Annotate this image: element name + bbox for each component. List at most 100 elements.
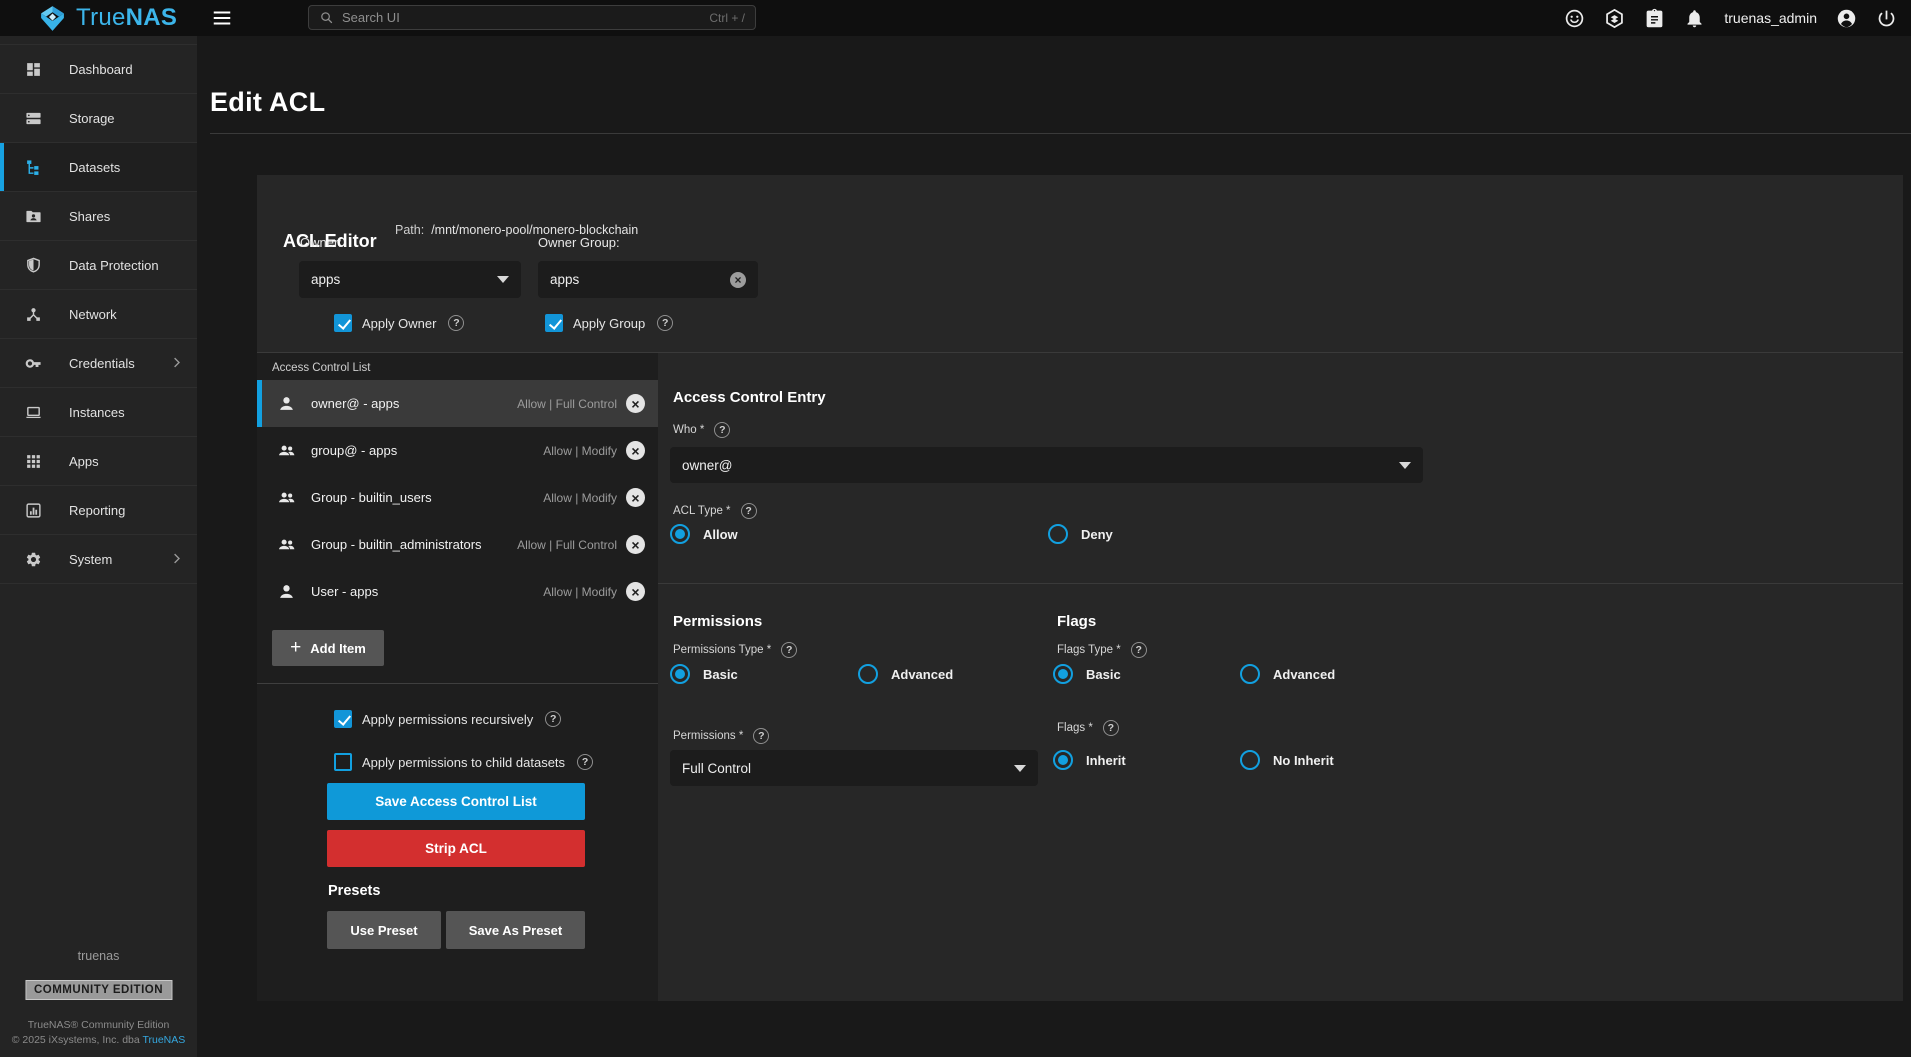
help-icon[interactable]: [1131, 642, 1147, 658]
sidebar-item-system[interactable]: System: [0, 535, 197, 584]
radio-button-icon[interactable]: [1048, 524, 1068, 544]
notifications-bell-icon[interactable]: [1684, 8, 1705, 29]
remove-entry-icon[interactable]: [626, 441, 645, 460]
sidebar-item-datasets[interactable]: Datasets: [0, 143, 197, 192]
help-icon[interactable]: [545, 711, 561, 727]
owner-select[interactable]: apps: [299, 261, 521, 298]
sidebar-item-network[interactable]: Network: [0, 290, 197, 339]
acl-entry-row[interactable]: Group - builtin_users Allow | Modify: [257, 474, 658, 521]
help-icon[interactable]: [781, 642, 797, 658]
logged-in-username[interactable]: truenas_admin: [1724, 10, 1817, 26]
radio-option-deny[interactable]: Deny: [1048, 524, 1426, 544]
sidebar-item-data-protection[interactable]: Data Protection: [0, 241, 197, 290]
clear-icon[interactable]: [730, 272, 746, 288]
search-input[interactable]: Search UI Ctrl + /: [308, 5, 756, 30]
acl-entry-who: owner@ - apps: [311, 396, 399, 411]
help-icon[interactable]: [448, 315, 464, 331]
plus-icon: [290, 638, 301, 657]
sidebar-item-label: Instances: [69, 405, 125, 420]
footer-truenas-link[interactable]: TrueNAS: [142, 1034, 185, 1046]
apply-recursively-checkbox-row[interactable]: Apply permissions recursively: [334, 710, 561, 728]
sidebar-item-dashboard[interactable]: Dashboard: [0, 45, 197, 94]
feedback-smiley-icon[interactable]: [1564, 8, 1585, 29]
sidebar-item-label: Dashboard: [69, 62, 133, 77]
flags-label-row: Flags *: [1057, 720, 1119, 736]
radio-button-icon[interactable]: [670, 664, 690, 684]
user-avatar-icon[interactable]: [1836, 8, 1857, 29]
apply-group-checkbox[interactable]: [545, 314, 563, 332]
radio-option-inherit[interactable]: Inherit: [1053, 750, 1240, 770]
remove-entry-icon[interactable]: [626, 488, 645, 507]
radio-option-allow[interactable]: Allow: [670, 524, 1048, 544]
permissions-section-title: Permissions: [673, 613, 762, 630]
acl-entry-row[interactable]: group@ - apps Allow | Modify: [257, 427, 658, 474]
truenas-logo[interactable]: TrueNAS: [38, 0, 177, 36]
owner-group-input[interactable]: apps: [538, 261, 758, 298]
permissions-type-radio-group: BasicAdvanced: [670, 664, 1046, 684]
acl-entry-who: Group - builtin_users: [311, 490, 432, 505]
who-select[interactable]: owner@: [670, 447, 1423, 483]
help-icon[interactable]: [741, 503, 757, 519]
help-icon[interactable]: [714, 422, 730, 438]
radio-option-basic[interactable]: Basic: [670, 664, 858, 684]
power-icon[interactable]: [1876, 8, 1897, 29]
acl-type-radio-group: AllowDeny: [670, 524, 1426, 544]
radio-option-advanced[interactable]: Advanced: [858, 664, 1046, 684]
sidebar-item-reporting[interactable]: Reporting: [0, 486, 197, 535]
help-icon[interactable]: [753, 728, 769, 744]
sidebar-item-storage[interactable]: Storage: [0, 94, 197, 143]
system-hostname: truenas: [0, 949, 197, 963]
apply-group-label: Apply Group: [573, 316, 645, 331]
radio-option-advanced[interactable]: Advanced: [1240, 664, 1427, 684]
truecommand-icon[interactable]: [1604, 8, 1625, 29]
apply-child-datasets-checkbox-row[interactable]: Apply permissions to child datasets: [334, 753, 593, 771]
acl-entry-permission: Allow | Full Control: [517, 538, 617, 552]
radio-option-basic[interactable]: Basic: [1053, 664, 1240, 684]
help-icon[interactable]: [657, 315, 673, 331]
chevron-right-icon: [169, 355, 184, 370]
remove-entry-icon[interactable]: [626, 582, 645, 601]
radio-button-icon[interactable]: [1053, 664, 1073, 684]
who-value: owner@: [682, 458, 732, 473]
acl-entry-who: Group - builtin_administrators: [311, 537, 482, 552]
sidebar-item-instances[interactable]: Instances: [0, 388, 197, 437]
sidebar-item-apps[interactable]: Apps: [0, 437, 197, 486]
acl-entry-row[interactable]: User - apps Allow | Modify: [257, 568, 658, 615]
apply-owner-checkbox[interactable]: [334, 314, 352, 332]
remove-entry-icon[interactable]: [626, 535, 645, 554]
add-item-button[interactable]: Add Item: [272, 630, 384, 666]
radio-button-icon[interactable]: [1240, 750, 1260, 770]
acl-entry-row[interactable]: owner@ - apps Allow | Full Control: [257, 380, 658, 427]
save-acl-button[interactable]: Save Access Control List: [327, 783, 585, 820]
sidebar-item-credentials[interactable]: Credentials: [0, 339, 197, 388]
acl-list-title: Access Control List: [272, 362, 370, 374]
help-icon[interactable]: [1103, 720, 1119, 736]
radio-button-icon[interactable]: [1053, 750, 1073, 770]
radio-option-no-inherit[interactable]: No Inherit: [1240, 750, 1427, 770]
owner-value: apps: [311, 272, 340, 287]
sidebar-item-label: System: [69, 552, 112, 567]
apply-recursively-checkbox[interactable]: [334, 710, 352, 728]
remove-entry-icon[interactable]: [626, 394, 645, 413]
radio-button-icon[interactable]: [1240, 664, 1260, 684]
permissions-select[interactable]: Full Control: [670, 750, 1038, 786]
flags-type-radio-group: BasicAdvanced: [1053, 664, 1427, 684]
key-icon: [25, 355, 42, 372]
jobs-clipboard-icon[interactable]: [1644, 8, 1665, 29]
radio-button-icon[interactable]: [670, 524, 690, 544]
radio-button-icon[interactable]: [858, 664, 878, 684]
use-preset-button[interactable]: Use Preset: [327, 911, 441, 949]
apply-recursively-label: Apply permissions recursively: [362, 712, 533, 727]
strip-acl-button[interactable]: Strip ACL: [327, 830, 585, 867]
presets-title: Presets: [328, 883, 380, 899]
help-icon[interactable]: [577, 754, 593, 770]
search-shortcut-hint: Ctrl + /: [709, 11, 745, 25]
sidebar-item-shares[interactable]: Shares: [0, 192, 197, 241]
apply-owner-checkbox-row[interactable]: Apply Owner: [334, 314, 464, 332]
save-as-preset-button[interactable]: Save As Preset: [446, 911, 585, 949]
flags-type-label-row: Flags Type *: [1057, 642, 1147, 658]
hamburger-menu-icon[interactable]: [211, 7, 233, 29]
acl-entry-row[interactable]: Group - builtin_administrators Allow | F…: [257, 521, 658, 568]
apply-group-checkbox-row[interactable]: Apply Group: [545, 314, 673, 332]
apply-child-datasets-checkbox[interactable]: [334, 753, 352, 771]
